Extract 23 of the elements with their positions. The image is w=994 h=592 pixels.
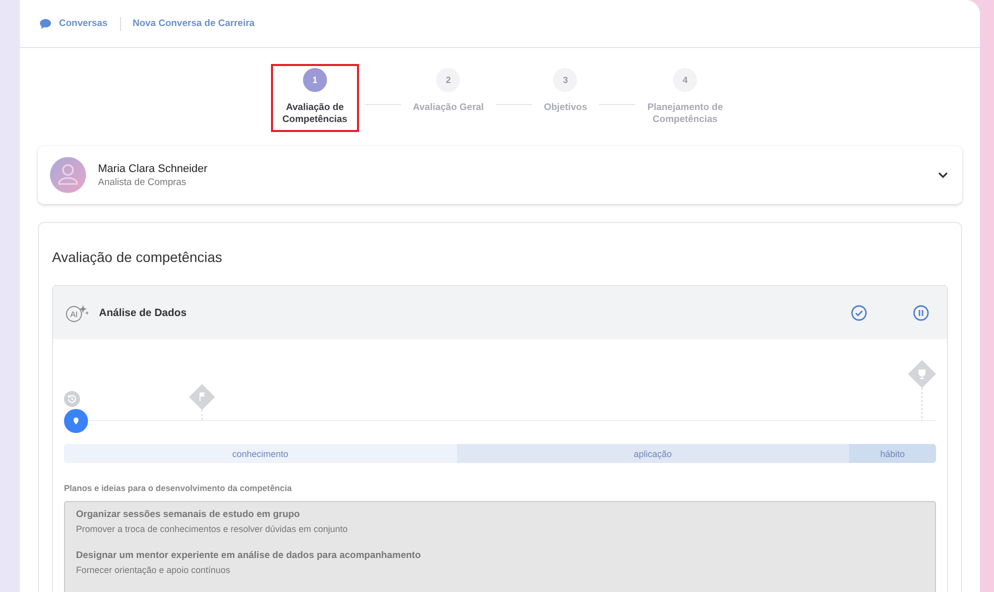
step-tab[interactable]: 2 Avaliação Geral: [406, 64, 490, 120]
plans-label: Planos e ideias para o desenvolvimento da competência: [64, 483, 293, 493]
level-segment: conhecimento: [64, 444, 456, 463]
location-pin-icon[interactable]: [64, 409, 88, 433]
pause-button[interactable]: [913, 304, 929, 320]
check-circle-icon: [851, 304, 867, 320]
plans-text-area[interactable]: Organizar sessões semanais de estudo em grupo Promover a troca de conhecimentos e resolver dúvidas em conjunto Designar um mentor experiente em análise de dados para acompanhamento Fornecer orientação e apoio contínuos: [64, 501, 936, 592]
competency-name: Análise de Dados: [99, 306, 188, 318]
level-segment: hábito: [849, 444, 936, 463]
section-title: Avaliação de competências: [52, 248, 224, 267]
chat-bubble-icon: [40, 18, 51, 28]
breadcrumb-link[interactable]: Conversas: [59, 18, 108, 29]
step-tab[interactable]: 1 Avaliação de Competências: [270, 64, 359, 132]
history-icon: [64, 391, 80, 407]
avatar-icon: [50, 157, 86, 193]
person-name: Maria Clara Schneider: [98, 162, 208, 174]
check-button[interactable]: [851, 304, 867, 320]
breadcrumb-link[interactable]: Nova Conversa de Carreira: [132, 18, 255, 29]
step-tab[interactable]: 4 Planejamento de Competências: [641, 64, 730, 132]
pause-circle-icon: [913, 304, 929, 320]
person-role: Analista de Compras: [98, 176, 188, 188]
level-segment: aplicação: [456, 444, 849, 463]
step-tab[interactable]: 3 Objetivos: [538, 64, 594, 120]
